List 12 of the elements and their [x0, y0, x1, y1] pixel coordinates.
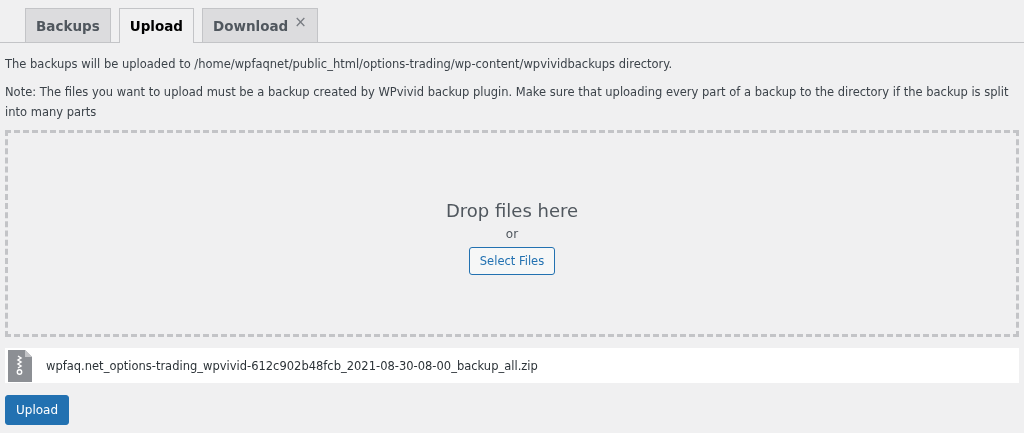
- drop-title: Drop files here: [445, 200, 579, 221]
- drop-zone[interactable]: Drop files here or Select Files: [5, 130, 1019, 337]
- or-text: or: [505, 227, 519, 241]
- info-text: The backups will be uploaded to /home/wpfaqnet/public_html/options-trading/wp-content/wpvividbackups directory.: [5, 56, 674, 72]
- note-text: Note: The files you want to upload must be a backup created by WPvivid backup plugin. Make sure that uploading every part of a backup to the directory if the backup is split into many parts: [5, 84, 1010, 121]
- tab[interactable]: Backups: [25, 8, 111, 42]
- tab[interactable]: Download ×: [202, 8, 318, 42]
- close-icon[interactable]: ×: [294, 13, 307, 31]
- file-name: wpfaq.net_options-trading_wpvivid-612c902b48fcb_2021-08-30-08-00_backup_all.zip: [46, 358, 538, 373]
- upload-button[interactable]: Upload: [5, 395, 70, 425]
- tab[interactable]: Upload: [118, 8, 194, 43]
- select-files-button[interactable]: Select Files: [468, 247, 556, 275]
